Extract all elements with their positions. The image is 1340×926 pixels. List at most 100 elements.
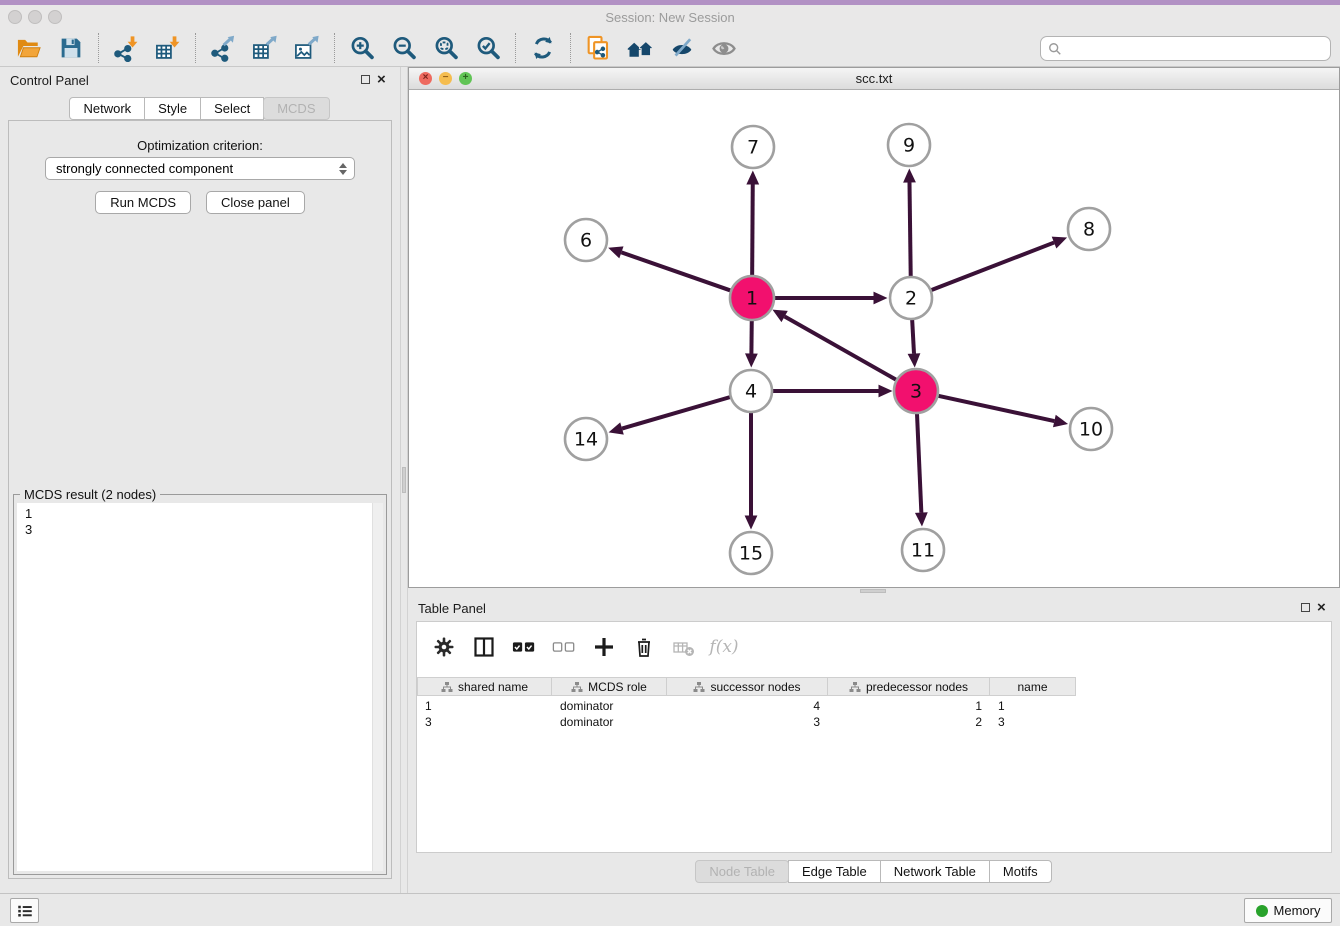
cell-successor-nodes[interactable]: 4 (667, 698, 828, 714)
new-network-from-selection-icon[interactable] (583, 33, 613, 63)
network-close-button[interactable]: × (419, 72, 432, 85)
network-canvas[interactable]: 7968124314101511 (409, 90, 1339, 587)
zoom-window-button[interactable] (48, 10, 62, 24)
tab-network[interactable]: Network (69, 97, 145, 120)
delete-column-icon[interactable] (631, 634, 657, 660)
mcds-result-textarea[interactable]: 1 3 (17, 503, 383, 871)
network-minimize-button[interactable]: − (439, 72, 452, 85)
table-tab-motifs[interactable]: Motifs (989, 860, 1052, 883)
first-neighbors-icon[interactable] (625, 33, 655, 63)
close-panel-icon[interactable]: × (377, 71, 386, 88)
table-options-gear-icon[interactable] (431, 634, 457, 660)
export-network-icon[interactable] (208, 33, 238, 63)
vertical-split-divider[interactable] (400, 67, 408, 893)
search-input[interactable] (1067, 41, 1330, 56)
network-window-title: scc.txt (409, 68, 1339, 90)
show-graphics-details-icon[interactable] (709, 33, 739, 63)
mcds-result-lines: 1 3 (17, 503, 383, 538)
graph-edge-1-7[interactable] (752, 184, 753, 277)
tab-style[interactable]: Style (144, 97, 201, 120)
import-table-icon[interactable] (153, 33, 183, 63)
graph-node-label-3: 3 (910, 381, 922, 403)
network-window-titlebar[interactable]: × − + scc.txt (409, 68, 1339, 90)
graph-node-label-2: 2 (905, 288, 917, 310)
cell-MCDS-role[interactable]: dominator (552, 698, 667, 714)
table-tab-network-table[interactable]: Network Table (880, 860, 990, 883)
toolbar-separator (515, 33, 516, 63)
horizontal-split-handle[interactable] (860, 589, 886, 593)
save-session-icon[interactable] (56, 33, 86, 63)
graph-node-label-14: 14 (574, 429, 598, 451)
cell-predecessor-nodes[interactable]: 2 (828, 714, 990, 730)
cell-name[interactable]: 1 (990, 698, 1076, 714)
tab-select[interactable]: Select (200, 97, 264, 120)
table-row[interactable]: 3dominator323 (417, 714, 1076, 730)
deselect-all-columns-icon[interactable] (551, 634, 577, 660)
hide-graphics-details-icon[interactable] (667, 33, 697, 63)
task-list-icon (16, 902, 34, 920)
table-tab-edge-table[interactable]: Edge Table (788, 860, 881, 883)
cell-predecessor-nodes[interactable]: 1 (828, 698, 990, 714)
graph-edge-2-9[interactable] (909, 182, 910, 277)
export-image-icon[interactable] (292, 33, 322, 63)
table-panel: Table Panel × f(x) shared nameMCDS roles… (408, 595, 1340, 888)
toggle-panel-layout-icon[interactable] (471, 634, 497, 660)
table-tab-node-table[interactable]: Node Table (695, 860, 789, 883)
export-table-icon[interactable] (250, 33, 280, 63)
criterion-dropdown[interactable]: strongly connected component (45, 157, 355, 180)
column-header-name[interactable]: name (990, 677, 1076, 696)
cell-shared-name[interactable]: 3 (417, 714, 552, 730)
cell-MCDS-role[interactable]: dominator (552, 714, 667, 730)
zoom-out-icon[interactable] (389, 33, 419, 63)
horizontal-split-divider[interactable] (408, 588, 1340, 595)
network-view-window: × − + scc.txt 7968124314101511 (408, 67, 1340, 588)
graph-edge-2-3[interactable] (912, 319, 914, 354)
close-table-panel-icon[interactable]: × (1317, 599, 1326, 616)
add-column-icon[interactable] (591, 634, 617, 660)
vertical-split-handle[interactable] (402, 467, 406, 493)
graph-edge-1-6[interactable] (621, 252, 732, 291)
graph-node-label-9: 9 (903, 135, 915, 157)
select-all-columns-icon[interactable] (511, 634, 537, 660)
optimization-criterion-label: Optimization criterion: (9, 138, 391, 153)
graph-edge-3-1[interactable] (785, 316, 898, 380)
cell-name[interactable]: 3 (990, 714, 1076, 730)
graph-node-label-6: 6 (580, 230, 592, 252)
column-tree-icon (441, 681, 453, 693)
run-mcds-button[interactable]: Run MCDS (95, 191, 191, 214)
cell-successor-nodes[interactable]: 3 (667, 714, 828, 730)
network-graph: 7968124314101511 (409, 90, 1339, 587)
zoom-in-icon[interactable] (347, 33, 377, 63)
memory-label: Memory (1274, 903, 1321, 918)
column-header-MCDS-role[interactable]: MCDS role (552, 677, 667, 696)
float-table-panel-icon[interactable] (1301, 603, 1310, 612)
memory-button[interactable]: Memory (1244, 898, 1332, 923)
table-row[interactable]: 1dominator411 (417, 698, 1076, 714)
search-field[interactable] (1040, 36, 1331, 61)
task-history-button[interactable] (10, 898, 39, 923)
column-header-predecessor-nodes[interactable]: predecessor nodes (828, 677, 990, 696)
graph-edge-3-11[interactable] (917, 412, 921, 513)
tab-mcds[interactable]: MCDS (263, 97, 329, 120)
cell-shared-name[interactable]: 1 (417, 698, 552, 714)
column-header-shared-name[interactable]: shared name (417, 677, 552, 696)
column-tree-icon (693, 681, 705, 693)
open-session-icon[interactable] (14, 33, 44, 63)
zoom-fit-icon[interactable] (431, 33, 461, 63)
graph-edge-4-14[interactable] (622, 397, 731, 429)
network-zoom-button[interactable]: + (459, 72, 472, 85)
float-panel-icon[interactable] (361, 75, 370, 84)
toolbar-separator (98, 33, 99, 63)
close-window-button[interactable] (8, 10, 22, 24)
graph-edge-3-10[interactable] (937, 395, 1055, 421)
column-tree-icon (849, 681, 861, 693)
graph-node-label-4: 4 (745, 381, 757, 403)
result-scrollbar[interactable] (372, 503, 383, 871)
column-header-successor-nodes[interactable]: successor nodes (667, 677, 828, 696)
close-panel-button[interactable]: Close panel (206, 191, 305, 214)
minimize-window-button[interactable] (28, 10, 42, 24)
graph-edge-2-8[interactable] (931, 243, 1054, 291)
refresh-icon[interactable] (528, 33, 558, 63)
zoom-selected-icon[interactable] (473, 33, 503, 63)
import-network-icon[interactable] (111, 33, 141, 63)
